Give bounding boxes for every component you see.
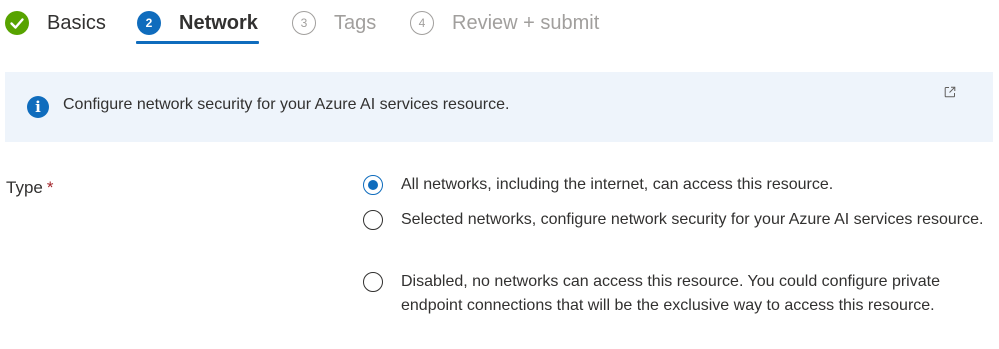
step-number-badge: 4: [410, 11, 434, 35]
tab-basics-label: Basics: [47, 11, 106, 34]
step-number-badge: 2: [137, 11, 161, 35]
type-field-label: Type *: [6, 178, 53, 198]
required-marker: *: [46, 178, 54, 197]
tab-tags-label: Tags: [334, 11, 377, 34]
tab-review-submit-label: Review + submit: [452, 11, 600, 34]
radio-dot: [368, 180, 378, 190]
radio-option-label: Selected networks, configure network sec…: [401, 211, 984, 228]
info-banner-text: Configure network security for your Azur…: [63, 96, 510, 113]
tab-network-label: Network: [179, 11, 258, 34]
info-banner: i Configure network security for your Az…: [5, 72, 993, 142]
step-number-badge: 3: [292, 11, 316, 35]
external-link-icon[interactable]: [943, 85, 957, 99]
checkmark-icon: [5, 11, 29, 35]
radio-button[interactable]: [363, 210, 383, 230]
type-label-text: Type: [6, 178, 43, 197]
tab-basics[interactable]: Basics: [5, 6, 106, 40]
radio-option-selected-networks[interactable]: Selected networks, configure network sec…: [363, 208, 993, 232]
active-tab-indicator: [136, 41, 259, 44]
radio-option-label: Disabled, no networks can access this re…: [401, 273, 940, 314]
radio-option-label: All networks, including the internet, ca…: [401, 176, 834, 193]
tab-tags[interactable]: 3 Tags: [292, 6, 376, 40]
radio-button-selected[interactable]: [363, 175, 383, 195]
info-icon: i: [27, 96, 49, 118]
tab-review-submit[interactable]: 4 Review + submit: [410, 6, 599, 40]
radio-button[interactable]: [363, 272, 383, 292]
wizard-tabs: Basics 2 Network 3 Tags 4 Review + submi…: [0, 0, 999, 48]
radio-option-disabled[interactable]: Disabled, no networks can access this re…: [363, 270, 993, 318]
radio-option-all-networks[interactable]: All networks, including the internet, ca…: [363, 173, 993, 197]
tab-network[interactable]: 2 Network: [137, 6, 258, 40]
